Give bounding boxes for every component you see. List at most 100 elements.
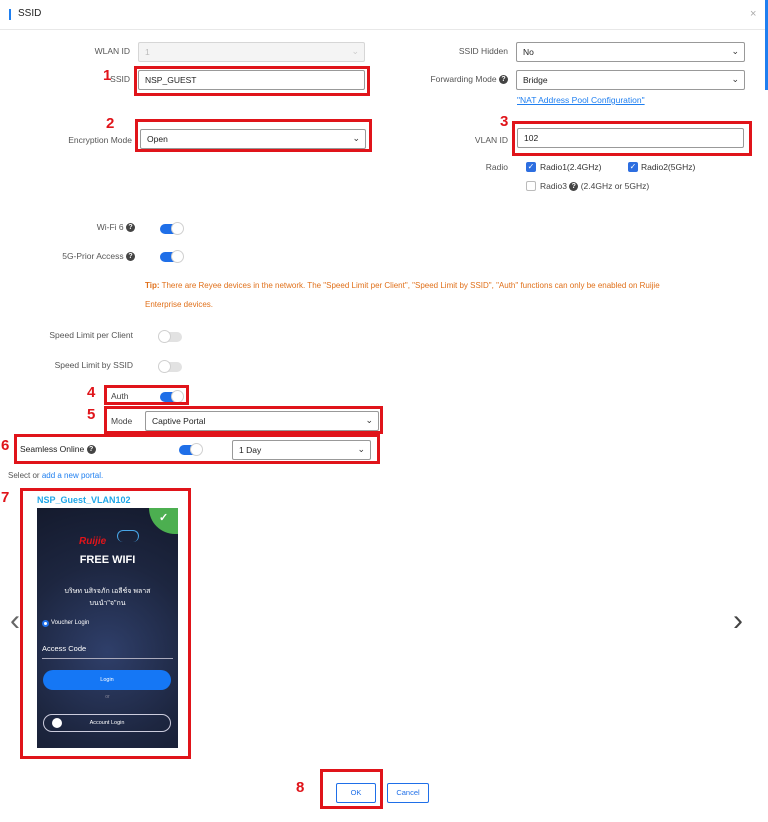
mode-label: Mode (111, 416, 133, 426)
5g-prior-label-text: 5G-Prior Access (62, 251, 124, 261)
ssid-hidden-label: SSID Hidden (458, 46, 508, 56)
portal-login-button[interactable]: Login (43, 670, 171, 690)
mode-select[interactable]: Captive Portal ⌄ (145, 411, 379, 431)
mode-value: Captive Portal (152, 416, 206, 426)
encryption-mode-select[interactable]: Open ⌄ (140, 129, 366, 149)
access-code-label: Access Code (42, 644, 87, 653)
portal-select-text: Select or add a new portal. (8, 471, 103, 480)
portal-select-prefix: Select or (8, 471, 40, 480)
radio2-checkbox[interactable]: ✓ (628, 162, 638, 172)
header-accent-bar (9, 9, 11, 20)
prev-arrow-icon[interactable]: ‹ (10, 606, 20, 636)
5g-prior-label: 5G-Prior Access ? (20, 251, 135, 262)
wlan-id-select: 1 ⌄ (138, 42, 365, 62)
toggle-knob (190, 443, 203, 456)
radio-label: Radio (485, 162, 508, 172)
ruijie-logo: Ruijie (79, 536, 107, 547)
chevron-down-icon: ⌄ (352, 133, 360, 143)
speed-limit-ssid-label: Speed Limit by SSID (54, 360, 133, 370)
help-icon[interactable]: ? (569, 182, 579, 192)
toggle-knob (158, 360, 171, 373)
dialog-title: SSID (18, 8, 42, 19)
check-icon: ✓ (159, 512, 169, 524)
user-icon (52, 718, 62, 728)
forwarding-mode-select[interactable]: Bridge ⌄ (516, 70, 745, 90)
tip-line-2: Enterprise devices. (145, 300, 214, 309)
account-login-label: Account Login (89, 720, 125, 726)
step-number-8: 8 (296, 779, 305, 796)
seamless-duration-select[interactable]: 1 Day ⌄ (232, 440, 371, 460)
access-code-underline (42, 658, 173, 659)
next-arrow-icon[interactable]: › (733, 606, 743, 636)
free-wifi-headline: FREE WIFI (79, 554, 136, 566)
thai-text-1: บริษท นสิรจภัก เอลีช์จ พลาส (64, 588, 151, 595)
ssid-label: SSID (110, 74, 130, 84)
tip-text: Tip: There are Reyee devices in the netw… (145, 276, 757, 314)
step-number-6: 6 (1, 437, 10, 454)
tip-prefix: Tip: (145, 281, 160, 290)
cloud-icon (117, 530, 139, 542)
help-icon[interactable]: ? (126, 252, 135, 262)
auth-label: Auth (111, 391, 129, 401)
toggle-knob (171, 390, 184, 403)
portal-name[interactable]: NSP_Guest_VLAN102 (37, 495, 131, 505)
help-icon[interactable]: ? (86, 445, 96, 455)
wifi6-label-text: Wi-Fi 6 (96, 222, 124, 232)
step-number-5: 5 (87, 406, 96, 423)
forwarding-mode-value: Bridge (523, 75, 548, 85)
or-divider: or (105, 694, 110, 700)
auth-toggle[interactable] (160, 390, 184, 403)
step-number-3: 3 (500, 113, 509, 130)
radio3-checkbox[interactable] (526, 181, 536, 191)
close-icon[interactable]: × (750, 8, 756, 20)
radio3-text: Radio3 ? (2.4GHz or 5GHz) (540, 181, 650, 192)
encryption-mode-value: Open (147, 134, 168, 144)
chevron-down-icon: ⌄ (731, 74, 739, 84)
ssid-hidden-select[interactable]: No ⌄ (516, 42, 745, 62)
tip-line-1: There are Reyee devices in the network. … (161, 281, 660, 290)
seamless-label-text: Seamless Online (20, 444, 85, 454)
radio3-label: Radio3 (540, 181, 567, 191)
wifi6-label: Wi-Fi 6 ? (40, 222, 135, 233)
vlan-id-input[interactable]: 102 (517, 128, 744, 148)
ssid-hidden-value: No (523, 47, 534, 57)
speed-limit-client-label: Speed Limit per Client (49, 330, 133, 340)
5g-prior-toggle[interactable] (160, 250, 184, 263)
cancel-button[interactable]: Cancel (387, 783, 429, 803)
ok-button[interactable]: OK (336, 783, 376, 803)
radio2-label: Radio2(5GHz) (641, 162, 696, 172)
forwarding-mode-label: Forwarding Mode ? (380, 74, 508, 85)
thai-text-2: บนนำ"จ"กน (89, 600, 126, 607)
help-icon[interactable]: ? (126, 223, 135, 233)
seamless-label: Seamless Online ? (20, 444, 96, 455)
nat-pool-link[interactable]: "NAT Address Pool Configuration" (517, 95, 645, 105)
radio1-label: Radio1(2.4GHz) (540, 162, 602, 172)
speed-limit-client-toggle[interactable] (158, 330, 182, 343)
ssid-input[interactable]: NSP_GUEST (138, 70, 365, 90)
seamless-toggle[interactable] (179, 443, 203, 456)
step-number-4: 4 (87, 384, 96, 401)
toggle-knob (158, 330, 171, 343)
portal-preview[interactable]: ✓ Ruijie FREE WIFI บริษท นสิรจภัก เอลีช์… (37, 508, 178, 748)
chevron-down-icon: ⌄ (731, 46, 739, 56)
wlan-id-label: WLAN ID (94, 46, 130, 56)
wlan-id-value: 1 (145, 47, 150, 57)
vlan-id-label: VLAN ID (474, 135, 508, 145)
chevron-down-icon: ⌄ (357, 444, 365, 454)
chevron-down-icon: ⌄ (351, 46, 359, 56)
chevron-down-icon: ⌄ (365, 415, 373, 425)
account-login-button[interactable]: Account Login (43, 714, 171, 732)
toggle-knob (171, 222, 184, 235)
help-icon[interactable]: ? (499, 75, 508, 85)
add-portal-link[interactable]: add a new portal. (42, 471, 103, 480)
speed-limit-ssid-toggle[interactable] (158, 360, 182, 373)
toggle-knob (171, 250, 184, 263)
seamless-duration-value: 1 Day (239, 445, 262, 455)
forwarding-mode-label-text: Forwarding Mode (430, 74, 497, 84)
voucher-login-label: Voucher Login (51, 620, 90, 626)
radio1-checkbox[interactable]: ✓ (526, 162, 536, 172)
wifi6-toggle[interactable] (160, 222, 184, 235)
dialog-header (0, 0, 768, 30)
radio3-suffix: (2.4GHz or 5GHz) (580, 181, 650, 191)
step-number-1: 1 (103, 67, 112, 84)
